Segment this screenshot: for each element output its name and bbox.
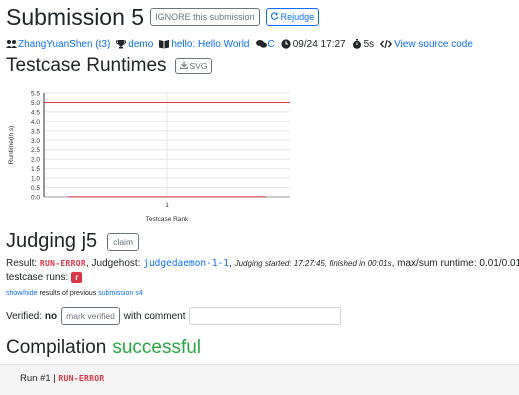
runtime-bar <box>68 196 266 198</box>
source-item[interactable]: View source code <box>379 39 473 50</box>
view-source-link[interactable]: View source code <box>394 39 473 50</box>
submission-header: Submission 5 IGNORE this submission Reju… <box>6 2 320 32</box>
judging-started: Judging started: 17:27:45, finished in 0… <box>234 259 392 268</box>
mark-verified-button[interactable]: mark verified <box>61 307 120 325</box>
maxsum-runtime: , max/sum runtime: 0.01/0.01s <box>391 258 519 269</box>
y-tick-label: 2.0 <box>31 157 40 164</box>
svg-button-label: SVG <box>189 61 208 71</box>
result-value: RUN-ERROR <box>39 259 86 268</box>
y-tick-label: 5.5 <box>31 91 40 98</box>
submission-time: 09/24 17:27 <box>292 38 346 50</box>
y-tick-label: 4.0 <box>31 119 40 126</box>
previous-submission-link[interactable]: submission s4 <box>98 290 142 297</box>
y-axis-label: Runtime(in s) <box>8 126 15 165</box>
y-tick-label: 1.0 <box>31 176 40 183</box>
compilation-status: successful <box>112 337 202 358</box>
y-tick-label: 0.5 <box>31 185 40 192</box>
y-tick-label: 3.5 <box>31 128 40 135</box>
refresh-icon <box>270 12 279 22</box>
rejudge-label: Rejudge <box>280 12 315 22</box>
previous-results-line: show/hide results of previous submission… <box>6 290 143 297</box>
x-axis-label: Testcase Rank <box>146 216 189 223</box>
problem-link[interactable]: hello: Hello World <box>171 39 249 50</box>
run-result: RUN-ERROR <box>58 374 105 383</box>
team-item[interactable]: ZhangYuanShen (t3) <box>6 39 110 50</box>
y-tick-label: 2.5 <box>31 147 40 154</box>
verified-value: no <box>44 310 58 322</box>
trophy-icon <box>116 39 127 49</box>
result-prefix: Result: <box>6 258 38 269</box>
judging-title: Judging j5 <box>6 230 98 252</box>
code-icon <box>379 39 393 49</box>
contest-link[interactable]: demo <box>128 39 153 50</box>
page-title: Submission 5 <box>6 3 145 30</box>
y-tick-label: 3.0 <box>31 138 40 145</box>
language-item[interactable]: C <box>255 39 275 50</box>
submission-meta: ZhangYuanShen (t3) demo hello: Hello Wor… <box>6 37 479 51</box>
compilation-title: Compilation <box>6 337 107 358</box>
judging-heading: Judging j5 claim <box>6 230 140 253</box>
contest-item[interactable]: demo <box>116 39 153 50</box>
y-tick-label: 1.5 <box>31 166 40 173</box>
judgehost-link[interactable]: judgedaemon-1-1 <box>143 258 229 269</box>
runtime-chart-svg: 0.0 0.5 1.0 1.5 2.0 2.5 3.0 3.5 4.0 4.5 5.0 5.5 1 Tes… <box>8 91 290 223</box>
previous-results-text: results of previous <box>39 290 97 297</box>
language-link[interactable]: C <box>268 39 275 50</box>
testcase-runs: testcase runs: r <box>6 272 83 283</box>
rejudge-button[interactable]: Rejudge <box>265 8 320 26</box>
comments-icon <box>255 39 267 49</box>
x-tick-label: 1 <box>165 202 169 209</box>
runtimes-heading: Testcase Runtimes SVG <box>6 55 213 77</box>
y-tick-label: 4.5 <box>31 109 40 116</box>
download-svg-button[interactable]: SVG <box>174 58 213 74</box>
run-panel: Run #1 | RUN-ERROR <box>0 364 519 395</box>
time-item: 09/24 17:27 <box>281 39 346 50</box>
with-comment-label: with comment <box>123 310 186 322</box>
compilation-heading: Compilation successful <box>6 337 201 359</box>
show-hide-link[interactable]: show/hide <box>6 290 38 297</box>
problem-item[interactable]: hello: Hello World <box>159 39 250 50</box>
submission-runtime: 5s <box>363 38 375 50</box>
verify-row: Verified: no mark verified with comment <box>6 305 342 327</box>
testcase-badge[interactable]: r <box>71 272 83 283</box>
verify-comment-input[interactable] <box>189 307 342 325</box>
team-link[interactable]: ZhangYuanShen (t3) <box>18 39 110 50</box>
testcase-runs-label: testcase runs: <box>6 272 69 283</box>
ignore-submission-button[interactable]: IGNORE this submission <box>150 8 260 26</box>
download-icon <box>179 61 188 71</box>
judgehost-prefix: , Judgehost: <box>85 258 141 269</box>
run-number: Run #1 | <box>20 373 56 384</box>
book-icon <box>159 39 170 49</box>
clock-icon <box>281 39 291 49</box>
run-header: Run #1 | RUN-ERROR <box>20 373 104 384</box>
runtime-chart: 0.0 0.5 1.0 1.5 2.0 2.5 3.0 3.5 4.0 4.5 5.0 5.5 1 Tes… <box>4 85 294 225</box>
y-tick-label: 0.0 <box>31 195 40 202</box>
runtimes-title: Testcase Runtimes <box>6 55 167 76</box>
runtime-item: 5s <box>352 38 375 50</box>
users-icon <box>6 39 17 49</box>
stopwatch-icon <box>352 39 362 49</box>
judging-result-line: Result: RUN-ERROR, Judgehost: judgedaemo… <box>6 258 519 269</box>
y-tick-label: 5.0 <box>31 100 40 107</box>
claim-button[interactable]: claim <box>107 232 140 251</box>
verified-label: Verified: <box>6 310 43 322</box>
